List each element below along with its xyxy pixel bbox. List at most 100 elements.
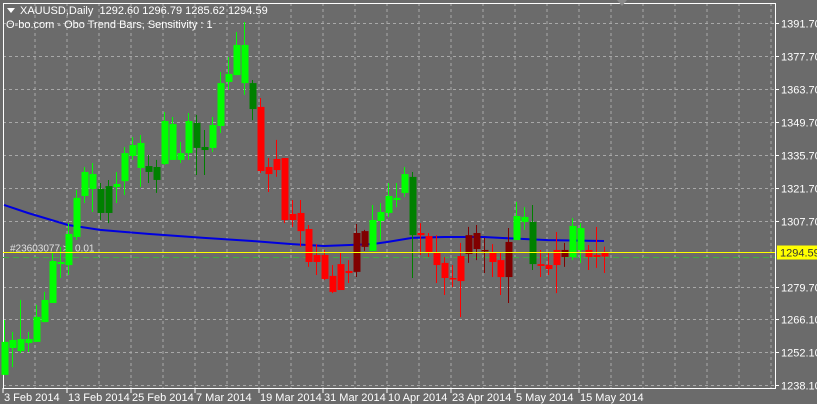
candle[interactable]: [113, 171, 121, 204]
candle-body: [377, 212, 385, 221]
time-axis-label: 10 Apr 2014: [388, 392, 447, 404]
price-chart[interactable]: 1391.70 1377.70 1363.70 1349.70 1335.70 1321.…: [0, 0, 817, 404]
candle[interactable]: [593, 226, 601, 268]
candle-body: [489, 252, 497, 262]
candle-body: [313, 254, 321, 262]
price-axis-label: 1349.70: [781, 118, 817, 130]
candle-body: [465, 235, 473, 254]
time-axis-label: 7 Mar 2014: [196, 392, 252, 404]
candle[interactable]: [161, 112, 169, 165]
candle[interactable]: [121, 146, 129, 196]
candle[interactable]: [337, 253, 345, 291]
dropdown-triangle-icon[interactable]: [7, 8, 15, 13]
candle[interactable]: [529, 204, 537, 270]
candle[interactable]: [297, 199, 305, 247]
candle-body: [49, 261, 57, 303]
chart-header: XAUUSD,Daily 1292.60 1296.79 1285.62 129…: [7, 5, 268, 17]
candle[interactable]: [49, 253, 57, 303]
candle[interactable]: [249, 80, 257, 121]
candle[interactable]: [129, 137, 137, 160]
candle-body: [529, 221, 537, 265]
candle[interactable]: [441, 257, 449, 295]
candle[interactable]: [409, 171, 417, 279]
candle-body: [585, 249, 593, 258]
candle-body: [425, 236, 433, 253]
candle[interactable]: [401, 166, 409, 197]
price-axis-label: 1252.10: [781, 348, 817, 360]
candle[interactable]: [257, 97, 265, 173]
price-axis-label: 1266.10: [781, 315, 817, 327]
candle[interactable]: [81, 166, 89, 204]
candle-body: [105, 186, 113, 213]
candle-body: [497, 260, 505, 278]
time-axis-label: 23 Apr 2014: [452, 392, 511, 404]
candle[interactable]: [369, 204, 377, 251]
candle[interactable]: [137, 134, 145, 188]
candle[interactable]: [313, 244, 321, 275]
candle[interactable]: [25, 331, 33, 353]
candle[interactable]: [473, 224, 481, 261]
candle[interactable]: [73, 190, 81, 241]
candle-body: [513, 216, 521, 241]
candle-body: [177, 153, 185, 160]
candle[interactable]: [177, 142, 185, 163]
candle[interactable]: [521, 207, 529, 230]
candle-body: [17, 339, 25, 352]
price-axis-label: 1279.70: [781, 283, 817, 295]
candle-body: [129, 145, 137, 156]
candle[interactable]: [569, 218, 577, 261]
candle[interactable]: [321, 249, 329, 281]
candle-body: [361, 231, 369, 247]
candle[interactable]: [361, 229, 369, 251]
candle[interactable]: [105, 179, 113, 224]
time-axis-label: 5 May 2014: [516, 392, 573, 404]
candle-body: [137, 142, 145, 168]
candle[interactable]: [561, 242, 569, 267]
time-axis-label: 25 Feb 2014: [132, 392, 194, 404]
candle-body: [265, 166, 273, 175]
candle[interactable]: [489, 244, 497, 278]
candle[interactable]: [233, 31, 241, 76]
candle[interactable]: [345, 260, 353, 283]
candle-body: [577, 228, 585, 250]
candle-body: [89, 174, 97, 189]
candle[interactable]: [305, 224, 313, 267]
candle[interactable]: [265, 158, 273, 192]
candle-body: [153, 166, 161, 180]
candle-body: [561, 249, 569, 258]
candle[interactable]: [457, 242, 465, 318]
candle[interactable]: [145, 154, 153, 184]
candle-body: [97, 188, 105, 213]
candle[interactable]: [329, 265, 337, 294]
candle-body: [393, 197, 401, 200]
candle-body: [537, 264, 545, 266]
candle[interactable]: [425, 232, 433, 258]
candle[interactable]: [1, 319, 9, 375]
candle[interactable]: [153, 159, 161, 193]
candle[interactable]: [537, 249, 545, 278]
candle[interactable]: [497, 253, 505, 295]
candle[interactable]: [601, 246, 609, 274]
candle-body: [209, 125, 217, 148]
symbol-label: XAUUSD,Daily: [20, 5, 94, 17]
candle[interactable]: [281, 158, 289, 224]
candle[interactable]: [273, 139, 281, 177]
candle-body: [113, 183, 121, 188]
candle[interactable]: [217, 72, 225, 134]
candle-body: [481, 249, 489, 252]
candle[interactable]: [433, 235, 441, 283]
candle[interactable]: [9, 331, 17, 368]
candle-body: [449, 278, 457, 280]
candle[interactable]: [185, 113, 193, 160]
candle[interactable]: [225, 56, 233, 90]
candle[interactable]: [17, 299, 25, 353]
candle[interactable]: [241, 22, 249, 95]
candle[interactable]: [41, 291, 49, 323]
candle-body: [369, 220, 377, 251]
price-axis-label: 1321.70: [781, 184, 817, 196]
candle[interactable]: [89, 162, 97, 213]
candle[interactable]: [201, 129, 209, 176]
candle[interactable]: [393, 183, 401, 208]
candle[interactable]: [169, 117, 177, 160]
candle[interactable]: [385, 183, 393, 217]
